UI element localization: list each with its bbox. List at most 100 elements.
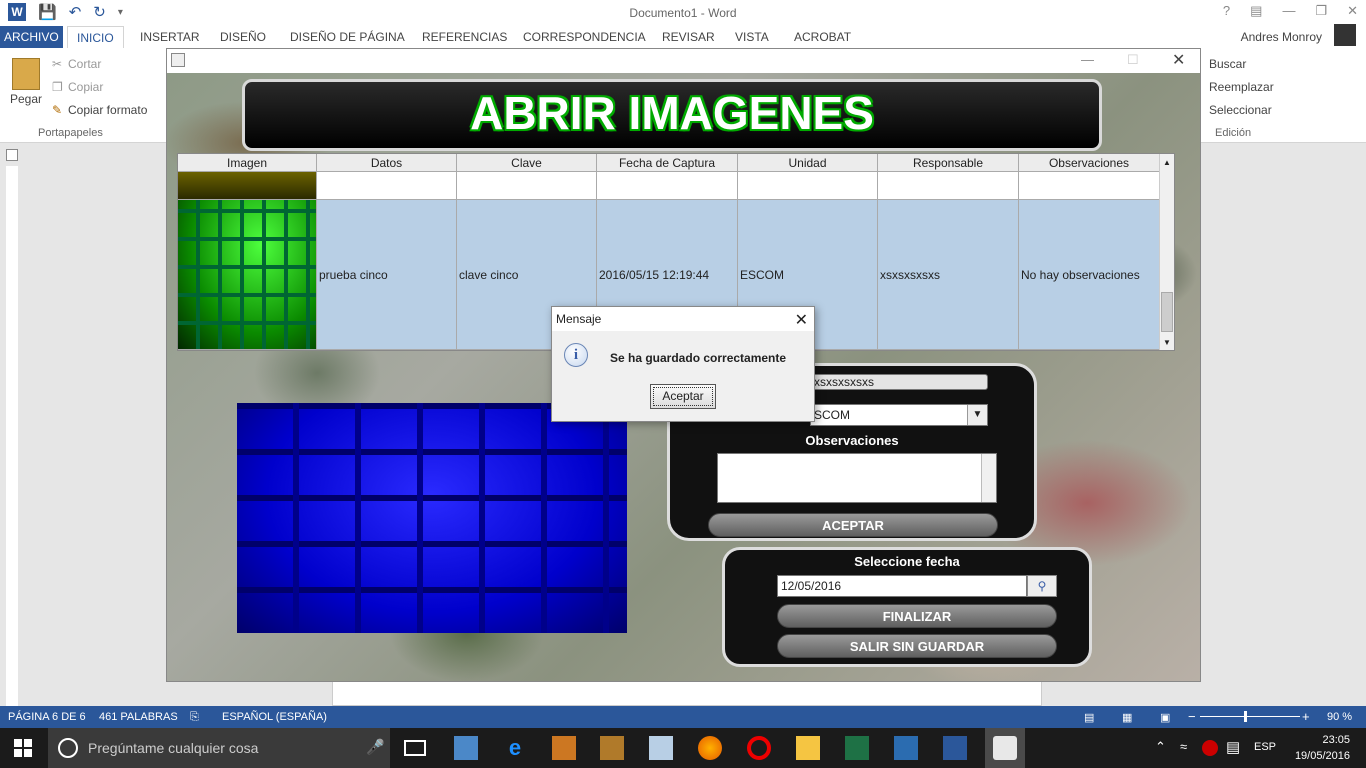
tab-inicio[interactable]: INICIO	[67, 26, 124, 49]
java-window-icon[interactable]	[171, 53, 185, 67]
photos-icon[interactable]	[894, 736, 918, 760]
mail-tray-icon[interactable]	[1202, 740, 1218, 756]
print-layout-icon[interactable]: ▦	[1122, 711, 1132, 724]
table-scrollbar[interactable]: ▲ ▼	[1159, 154, 1174, 350]
tab-acrobat[interactable]: ACROBAT	[794, 30, 851, 44]
notes-icon[interactable]	[649, 736, 673, 760]
paste-icon[interactable]	[12, 58, 40, 90]
copy-icon[interactable]: ❐	[52, 80, 63, 94]
excel-icon[interactable]	[845, 736, 869, 760]
microphone-icon[interactable]: 🎤	[366, 738, 385, 756]
clock[interactable]: 23:05 19/05/2016	[1290, 732, 1350, 764]
format-painter-button[interactable]: Copiar formato	[68, 103, 147, 117]
notifications-icon[interactable]: ▤	[1226, 738, 1240, 756]
ribbon-display-icon[interactable]: ▤	[1250, 3, 1262, 19]
observaciones-scrollbar[interactable]	[981, 454, 996, 502]
thumbnail-green-keyboard[interactable]	[178, 200, 317, 350]
app-close-icon[interactable]: ✕	[1172, 50, 1185, 70]
thumbnail[interactable]	[178, 172, 317, 200]
ok-button[interactable]: Aceptar	[650, 384, 716, 409]
tab-selector-icon[interactable]	[6, 149, 18, 161]
select-button[interactable]: Seleccionar	[1209, 103, 1272, 117]
calculator-icon[interactable]	[552, 736, 576, 760]
app-minimize-icon[interactable]: —	[1081, 52, 1094, 67]
task-view-icon[interactable]	[404, 740, 426, 756]
zoom-out-icon[interactable]: −	[1188, 709, 1196, 724]
language-indicator[interactable]: ESPAÑOL (ESPAÑA)	[222, 711, 327, 723]
tab-diseno-pagina[interactable]: DISEÑO DE PÁGINA	[290, 30, 405, 44]
tab-diseno[interactable]: DISEÑO	[220, 30, 266, 44]
cut-button[interactable]: Cortar	[68, 57, 101, 71]
col-responsable[interactable]: Responsable	[878, 154, 1019, 171]
firefox-icon[interactable]	[698, 736, 722, 760]
word-icon[interactable]	[943, 736, 967, 760]
cell-responsable[interactable]: xsxsxsxsxs	[878, 200, 1019, 350]
close-icon[interactable]: ✕	[1347, 3, 1358, 19]
table-header: Imagen Datos Clave Fecha de Captura Unid…	[178, 154, 1160, 172]
minimize-icon[interactable]: —	[1282, 3, 1295, 19]
col-unidad[interactable]: Unidad	[738, 154, 878, 171]
responsable-field[interactable]: xsxsxsxsxs	[810, 374, 988, 390]
scroll-thumb[interactable]	[1161, 292, 1173, 332]
accept-button[interactable]: ACEPTAR	[708, 513, 998, 537]
file-explorer-icon[interactable]	[796, 736, 820, 760]
help-icon[interactable]: ?	[1223, 3, 1230, 19]
read-mode-icon[interactable]: ▤	[1084, 711, 1094, 724]
tab-archivo[interactable]: ARCHIVO	[0, 26, 63, 48]
tab-insertar[interactable]: INSERTAR	[140, 30, 200, 44]
java-task-button[interactable]	[985, 728, 1025, 768]
sublime-icon[interactable]	[600, 736, 624, 760]
chevron-down-icon[interactable]: ▼	[967, 405, 987, 425]
cell-datos[interactable]: prueba cinco	[317, 200, 457, 350]
proofing-icon[interactable]: ⎘	[190, 711, 199, 724]
col-datos[interactable]: Datos	[317, 154, 457, 171]
dialog-close-icon[interactable]: ✕	[795, 310, 808, 330]
web-layout-icon[interactable]: ▣	[1160, 711, 1170, 724]
document-page[interactable]	[332, 680, 1042, 706]
chevron-up-icon[interactable]: ⌃	[1155, 739, 1166, 755]
col-clave[interactable]: Clave	[457, 154, 597, 171]
cell-observaciones[interactable]: No hay observaciones	[1019, 200, 1160, 350]
zoom-level[interactable]: 90 %	[1327, 711, 1352, 723]
tab-correspondencia[interactable]: CORRESPONDENCIA	[523, 30, 646, 44]
cortana-search-box[interactable]: Pregúntame cualquier cosa 🎤	[48, 728, 390, 768]
app-maximize-icon: ☐	[1127, 52, 1139, 67]
dialog-title: Mensaje ✕	[552, 307, 814, 331]
wifi-icon[interactable]: ≈	[1180, 739, 1187, 754]
calendar-icon[interactable]: ⚲	[1027, 575, 1057, 597]
format-painter-icon[interactable]: ✎	[52, 103, 62, 117]
finish-button[interactable]: FINALIZAR	[777, 604, 1057, 628]
col-observaciones[interactable]: Observaciones	[1019, 154, 1160, 171]
tab-revisar[interactable]: REVISAR	[662, 30, 715, 44]
date-input[interactable]: 12/05/2016	[777, 575, 1027, 597]
zoom-slider[interactable]	[1200, 716, 1300, 717]
paste-button[interactable]: Pegar	[10, 92, 42, 106]
exit-without-saving-button[interactable]: SALIR SIN GUARDAR	[777, 634, 1057, 658]
app-icon[interactable]	[454, 736, 478, 760]
copy-button[interactable]: Copiar	[68, 80, 103, 94]
avatar[interactable]	[1334, 24, 1356, 46]
observaciones-textarea[interactable]	[717, 453, 997, 503]
input-language[interactable]: ESP	[1254, 741, 1276, 753]
edge-icon[interactable]: e	[503, 736, 527, 760]
table-row[interactable]	[178, 172, 1160, 200]
windows-start-icon[interactable]	[14, 739, 32, 757]
replace-button[interactable]: Reemplazar	[1209, 80, 1274, 94]
scroll-down-icon[interactable]: ▼	[1163, 338, 1171, 347]
tab-vista[interactable]: VISTA	[735, 30, 769, 44]
unidad-select[interactable]: SCOM ▼	[810, 404, 988, 426]
scroll-up-icon[interactable]: ▲	[1163, 158, 1171, 167]
opera-icon[interactable]	[747, 736, 771, 760]
col-imagen[interactable]: Imagen	[178, 154, 317, 171]
restore-icon[interactable]: ❐	[1315, 3, 1327, 19]
scissors-icon[interactable]: ✂	[52, 57, 62, 71]
zoom-slider-thumb[interactable]	[1244, 711, 1247, 722]
col-fecha[interactable]: Fecha de Captura	[597, 154, 738, 171]
word-count[interactable]: 461 PALABRAS	[99, 711, 178, 723]
tab-referencias[interactable]: REFERENCIAS	[422, 30, 507, 44]
find-button[interactable]: Buscar	[1209, 57, 1246, 71]
page-count[interactable]: PÁGINA 6 DE 6	[8, 711, 86, 723]
search-input[interactable]: Pregúntame cualquier cosa	[88, 740, 258, 756]
user-name[interactable]: Andres Monroy	[1241, 30, 1322, 44]
zoom-in-icon[interactable]: +	[1302, 709, 1310, 724]
